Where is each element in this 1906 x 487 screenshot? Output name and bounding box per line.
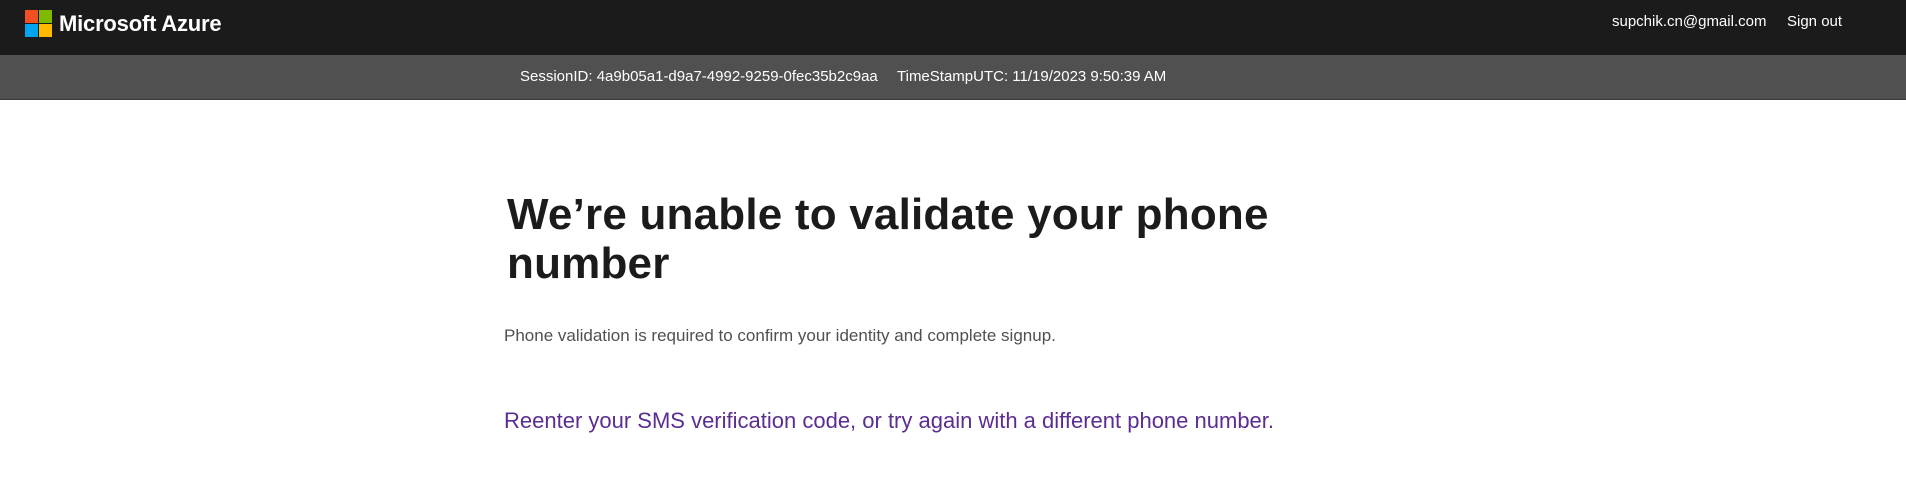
page-subtitle: Phone validation is required to confirm … [504,326,1056,345]
sign-out-link[interactable]: Sign out [1787,13,1842,30]
top-navigation-bar: Microsoft Azure supchik.cn@gmail.com Sig… [0,0,1906,55]
page-title: We’re unable to validate your phone numb… [507,190,1269,288]
session-id-text: SessionID: 4a9b05a1-d9a7-4992-9259-0fec3… [520,68,878,85]
microsoft-logo-icon [25,10,52,37]
session-info-bar: SessionID: 4a9b05a1-d9a7-4992-9259-0fec3… [0,55,1906,100]
user-account-email[interactable]: supchik.cn@gmail.com [1612,13,1766,30]
timestamp-text: TimeStampUTC: 11/19/2023 9:50:39 AM [897,68,1167,85]
reenter-verification-link[interactable]: Reenter your SMS verification code, or t… [504,408,1274,434]
brand-name: Microsoft Azure [59,10,222,36]
microsoft-azure-home-link[interactable]: Microsoft Azure [25,10,222,37]
